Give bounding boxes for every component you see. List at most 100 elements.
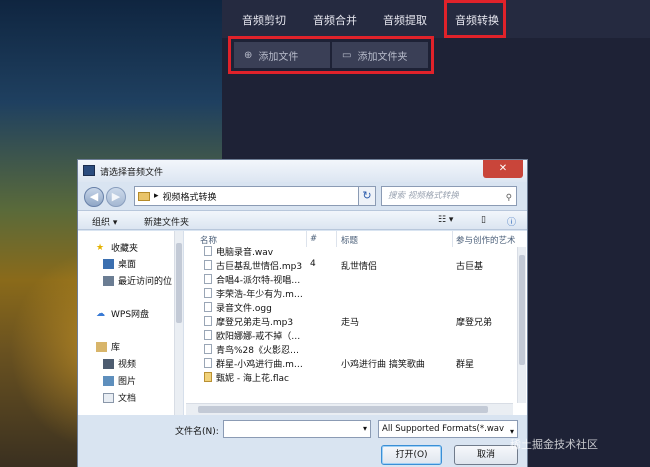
forward-button[interactable]: ▶: [106, 187, 126, 207]
command-bar: 组织 ▾ 新建文件夹 ☷ ▾ ▯ ⓘ: [78, 210, 527, 230]
file-row[interactable]: 古巨基乱世情侣.mp3 4 乱世情侣 古巨基: [186, 258, 516, 272]
dialog-content: ★ 收藏夹 桌面 最近访问的位 ☁ WPS网盘 库 视频 图片 文档 名称 # …: [78, 231, 527, 415]
navigation-pane: ★ 收藏夹 桌面 最近访问的位 ☁ WPS网盘 库 视频 图片 文档: [78, 231, 184, 415]
search-icon: ⚲: [505, 193, 512, 203]
app-tab-bar: 音频剪切 音频合并 音频提取 音频转换: [222, 0, 650, 38]
file-name: 古巨基乱世情侣.mp3: [216, 262, 303, 272]
file-title: 小鸡进行曲 搞笑歌曲: [341, 360, 425, 370]
nav-documents-label: 文档: [118, 394, 137, 404]
dialog-title: 请选择音频文件: [100, 168, 164, 178]
tab-audio-merge[interactable]: 音频合并: [313, 12, 357, 28]
nav-scroll-thumb[interactable]: [176, 243, 182, 323]
file-list: 名称 # 标题 参与创作的艺术 电脑录音.wav 古巨基乱世情侣.mp3 4 乱…: [186, 231, 527, 415]
star-icon: ★: [96, 242, 105, 253]
filename-label: 文件名(N):: [175, 427, 219, 437]
file-name: 电脑录音.wav: [216, 248, 274, 258]
tab-audio-cut[interactable]: 音频剪切: [242, 12, 286, 28]
audio-file-icon: [204, 288, 212, 298]
file-name: 合唱4-派尔特-视唱…: [216, 276, 301, 286]
chevron-right-icon: ▸: [154, 191, 159, 201]
preview-pane-icon[interactable]: ▯: [481, 215, 486, 225]
nav-recent-label: 最近访问的位: [118, 277, 173, 287]
flac-file-icon: [204, 372, 212, 382]
filetype-value: All Supported Formats(*.wav: [382, 424, 505, 434]
file-list-hscroll-thumb[interactable]: [198, 406, 488, 413]
video-icon: [103, 358, 114, 369]
file-row[interactable]: 合唱4-派尔特-视唱…: [186, 272, 516, 286]
desktop-icon: [103, 258, 114, 269]
navigation-row: ◀ ▶ ▸ 视频格式转换 ↻ 搜索 视频格式转换 ⚲: [78, 182, 527, 210]
close-button[interactable]: ✕: [483, 160, 523, 178]
address-path: 视频格式转换: [162, 192, 217, 203]
nav-documents[interactable]: 文档: [103, 391, 136, 404]
file-name: 录音文件.ogg: [216, 304, 272, 314]
file-name: 李荣浩-年少有为.m…: [216, 290, 303, 300]
address-bar[interactable]: ▸ 视频格式转换: [134, 186, 376, 206]
audio-file-icon: [204, 246, 212, 256]
cloud-icon: ☁: [96, 308, 105, 319]
toolbar-highlight: [228, 36, 434, 74]
search-placeholder: 搜索 视频格式转换: [388, 191, 459, 201]
file-name: 青鸟%28《火影忍…: [216, 346, 300, 356]
file-name: 甄妮 - 海上花.flac: [216, 374, 289, 384]
file-row[interactable]: 摩登兄弟走马.mp3 走马 摩登兄弟: [186, 314, 516, 328]
file-number: 4: [310, 259, 316, 269]
cancel-button[interactable]: 取消: [454, 445, 518, 465]
file-artist: 群星: [456, 360, 475, 370]
organize-menu[interactable]: 组织 ▾: [92, 215, 117, 228]
filetype-select[interactable]: All Supported Formats(*.wav ▾: [378, 420, 518, 438]
recent-places-icon: [103, 275, 114, 286]
file-name: 欧阳娜娜-戒不掉（…: [216, 332, 301, 342]
open-button[interactable]: 打开(O): [381, 445, 442, 465]
file-row[interactable]: 欧阳娜娜-戒不掉（…: [186, 328, 516, 342]
nav-scrollbar[interactable]: [174, 231, 183, 415]
nav-wps-label: WPS网盘: [111, 310, 150, 320]
column-number[interactable]: #: [310, 234, 317, 244]
file-name: 摩登兄弟走马.mp3: [216, 318, 294, 328]
nav-libraries-label: 库: [111, 343, 121, 353]
back-button[interactable]: ◀: [84, 187, 104, 207]
nav-recent[interactable]: 最近访问的位: [103, 274, 172, 287]
audio-file-icon: [204, 316, 212, 326]
new-folder-button[interactable]: 新建文件夹: [144, 215, 189, 228]
nav-wps[interactable]: ☁ WPS网盘: [96, 307, 150, 321]
file-artist: 摩登兄弟: [456, 318, 493, 328]
file-list-hscrollbar[interactable]: [186, 403, 513, 415]
filename-input[interactable]: ▾: [223, 420, 371, 438]
file-list-vscrollbar[interactable]: [517, 247, 526, 403]
file-row[interactable]: 甄妮 - 海上花.flac: [186, 370, 516, 384]
nav-pictures-label: 图片: [118, 377, 137, 387]
file-row[interactable]: 录音文件.ogg: [186, 300, 516, 314]
file-row[interactable]: 电脑录音.wav: [186, 244, 516, 258]
audio-file-icon: [204, 302, 212, 312]
file-artist: 古巨基: [456, 262, 484, 272]
dialog-footer: 文件名(N): ▾ All Supported Formats(*.wav ▾ …: [78, 415, 527, 467]
file-list-vscroll-thumb[interactable]: [519, 255, 525, 365]
nav-pictures[interactable]: 图片: [103, 374, 136, 387]
nav-desktop[interactable]: 桌面: [103, 257, 136, 270]
file-name: 群星-小鸡进行曲.m…: [216, 360, 303, 370]
help-icon[interactable]: ⓘ: [507, 215, 516, 228]
nav-videos[interactable]: 视频: [103, 357, 136, 370]
active-tab-highlight: [444, 0, 506, 38]
nav-favorites[interactable]: ★ 收藏夹: [96, 241, 139, 255]
file-row[interactable]: 青鸟%28《火影忍…: [186, 342, 516, 356]
nav-favorites-label: 收藏夹: [111, 244, 139, 254]
search-input[interactable]: 搜索 视频格式转换 ⚲: [381, 186, 517, 206]
nav-desktop-label: 桌面: [118, 260, 137, 270]
nav-libraries[interactable]: 库: [96, 340, 120, 353]
file-row[interactable]: 群星-小鸡进行曲.m… 小鸡进行曲 搞笑歌曲 群星: [186, 356, 516, 370]
audio-file-icon: [204, 330, 212, 340]
watermark-text: 稀土掘金技术社区: [510, 438, 598, 451]
refresh-button[interactable]: ↻: [358, 186, 376, 206]
view-options-icon[interactable]: ☷ ▾: [438, 215, 453, 225]
chevron-down-icon[interactable]: ▾: [363, 424, 367, 433]
picture-icon: [103, 375, 114, 386]
app-icon: [83, 165, 95, 176]
file-title: 走马: [341, 318, 360, 328]
tab-audio-extract[interactable]: 音频提取: [383, 12, 427, 28]
file-row[interactable]: 李荣浩-年少有为.m…: [186, 286, 516, 300]
audio-file-icon: [204, 344, 212, 354]
nav-videos-label: 视频: [118, 360, 137, 370]
audio-file-icon: [204, 260, 212, 270]
